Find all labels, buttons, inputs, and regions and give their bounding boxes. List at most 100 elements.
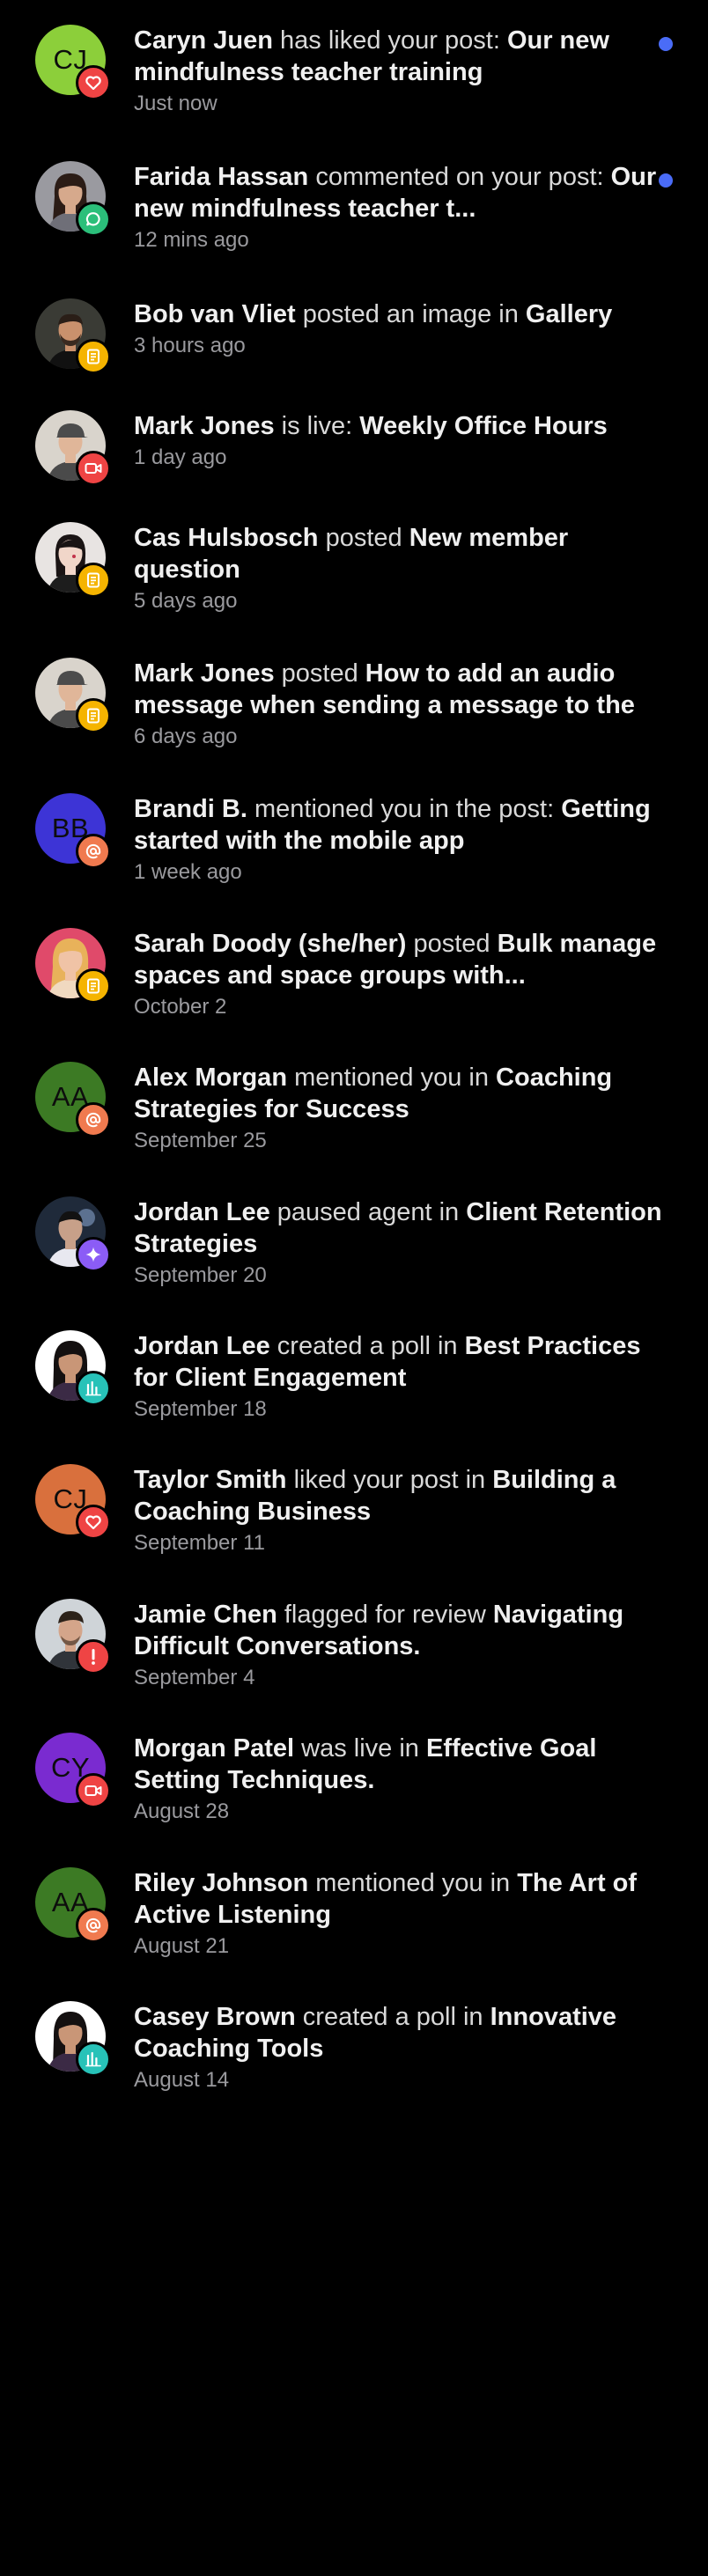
actor-name[interactable]: Farida Hassan [134, 163, 308, 191]
notification-message: Jordan Lee created a poll in Best Practi… [134, 1330, 671, 1394]
actor-name[interactable]: Riley Johnson [134, 1869, 308, 1897]
target-title[interactable]: Weekly Office Hours [359, 412, 608, 440]
notification-content: Bob van Vliet posted an image in Gallery… [134, 298, 671, 360]
notification-content: Casey Brown created a poll in Innovative… [134, 2001, 671, 2094]
actor-name[interactable]: Jamie Chen [134, 1601, 277, 1629]
post-icon [76, 698, 111, 733]
notification-message: Caryn Juen has liked your post: Our new … [134, 25, 671, 88]
notification-item[interactable]: Jordan Lee created a poll in Best Practi… [0, 1330, 708, 1454]
action-text: created a poll in [277, 1332, 458, 1360]
notification-message: Casey Brown created a poll in Innovative… [134, 2001, 671, 2064]
notification-item[interactable]: AA Riley Johnson mentioned you in The Art… [0, 1867, 708, 1991]
notification-message: Jordan Lee paused agent in Client Retent… [134, 1196, 671, 1260]
notification-item[interactable]: Casey Brown created a poll in Innovative… [0, 2001, 708, 2124]
notification-item[interactable]: Cas Hulsbosch posted New member question… [0, 522, 708, 645]
actor-name[interactable]: Mark Jones [134, 412, 275, 440]
action-text: mentioned you in the post: [254, 795, 555, 823]
action-text: posted [413, 930, 490, 958]
notification-item[interactable]: Mark Jones posted How to add an audio me… [0, 658, 708, 781]
action-text: mentioned you in [294, 1064, 489, 1092]
actor-name[interactable]: Taylor Smith [134, 1466, 287, 1494]
timestamp: August 21 [134, 1934, 230, 1958]
timestamp: September 18 [134, 1397, 267, 1421]
post-icon [76, 563, 111, 598]
poll-icon [76, 2042, 111, 2077]
notification-item[interactable]: Mark Jones is live: Weekly Office Hours 1… [0, 410, 708, 534]
sparkle-icon [76, 1237, 111, 1272]
notification-content: Caryn Juen has liked your post: Our new … [134, 25, 671, 118]
post-icon [76, 339, 111, 374]
poll-icon [76, 1371, 111, 1406]
notification-item[interactable]: Sarah Doody (she/her) posted Bulk manage… [0, 928, 708, 1051]
actor-name[interactable]: Caryn Juen [134, 26, 273, 55]
notification-content: Brandi B. mentioned you in the post: Get… [134, 793, 671, 887]
notification-item[interactable]: BB Brandi B. mentioned you in the post: G… [0, 793, 708, 916]
action-text: flagged for review [284, 1601, 486, 1629]
unread-indicator [659, 173, 673, 188]
heart-icon [76, 65, 111, 100]
notification-content: Jamie Chen flagged for review Navigating… [134, 1599, 671, 1692]
notification-item[interactable]: CJ Caryn Juen has liked your post: Our ne… [0, 25, 708, 148]
alert-icon [76, 1639, 111, 1674]
notification-content: Sarah Doody (she/her) posted Bulk manage… [134, 928, 671, 1021]
actor-name[interactable]: Mark Jones [134, 659, 275, 688]
actor-name[interactable]: Jordan Lee [134, 1198, 270, 1226]
notification-item[interactable]: Bob van Vliet posted an image in Gallery… [0, 298, 708, 422]
timestamp: August 28 [134, 1800, 230, 1823]
actor-name[interactable]: Alex Morgan [134, 1064, 287, 1092]
notification-message: Riley Johnson mentioned you in The Art o… [134, 1867, 671, 1931]
notification-item[interactable]: Farida Hassan commented on your post: Ou… [0, 161, 708, 284]
avatar-container: CY [35, 1733, 111, 1808]
notification-item[interactable]: CY Morgan Patel was live in Effective Goa… [0, 1733, 708, 1856]
actor-name[interactable]: Cas Hulsbosch [134, 524, 319, 552]
action-text: is live: [281, 412, 353, 440]
notification-content: Mark Jones is live: Weekly Office Hours 1… [134, 410, 671, 472]
notification-message: Morgan Patel was live in Effective Goal … [134, 1733, 671, 1796]
action-text: created a poll in [302, 2003, 483, 2031]
timestamp: September 11 [134, 1531, 265, 1555]
notification-message: Taylor Smith liked your post in Building… [134, 1464, 671, 1527]
action-text: commented on your post: [315, 163, 604, 191]
action-text: posted an image in [302, 300, 519, 328]
notification-item[interactable]: Jordan Lee paused agent in Client Retent… [0, 1196, 708, 1320]
notification-message: Jamie Chen flagged for review Navigating… [134, 1599, 671, 1662]
timestamp: September 25 [134, 1129, 267, 1152]
notification-content: Jordan Lee paused agent in Client Retent… [134, 1196, 671, 1290]
actor-name[interactable]: Brandi B. [134, 795, 247, 823]
notification-item[interactable]: AA Alex Morgan mentioned you in Coaching … [0, 1062, 708, 1185]
video-icon [76, 451, 111, 486]
post-icon [76, 968, 111, 1004]
action-text: was live in [301, 1734, 419, 1763]
notification-message: Farida Hassan commented on your post: Ou… [134, 161, 671, 224]
notification-content: Farida Hassan commented on your post: Ou… [134, 161, 671, 254]
notification-message: Mark Jones is live: Weekly Office Hours [134, 410, 671, 442]
actor-name[interactable]: Jordan Lee [134, 1332, 270, 1360]
unread-indicator [659, 37, 673, 51]
avatar-container [35, 161, 111, 237]
avatar-container [35, 522, 111, 598]
action-text: liked your post in [293, 1466, 486, 1494]
timestamp: 1 week ago [134, 860, 242, 884]
comment-icon [76, 202, 111, 237]
avatar-container: AA [35, 1867, 111, 1943]
action-text: mentioned you in [315, 1869, 511, 1897]
notification-message: Mark Jones posted How to add an audio me… [134, 658, 671, 721]
heart-icon [76, 1505, 111, 1540]
actor-name[interactable]: Casey Brown [134, 2003, 296, 2031]
notification-content: Cas Hulsbosch posted New member question… [134, 522, 671, 615]
notification-item[interactable]: Jamie Chen flagged for review Navigating… [0, 1599, 708, 1722]
avatar-container [35, 1599, 111, 1674]
avatar-container [35, 2001, 111, 2077]
avatar-container: CJ [35, 1464, 111, 1540]
notification-item[interactable]: CJ Taylor Smith liked your post in Buildi… [0, 1464, 708, 1587]
action-text: has liked your post: [280, 26, 500, 55]
timestamp: September 4 [134, 1666, 255, 1689]
notification-content: Jordan Lee created a poll in Best Practi… [134, 1330, 671, 1424]
actor-name[interactable]: Morgan Patel [134, 1734, 294, 1763]
avatar-container: CJ [35, 25, 111, 100]
timestamp: Just now [134, 92, 218, 115]
notification-content: Morgan Patel was live in Effective Goal … [134, 1733, 671, 1826]
actor-name[interactable]: Sarah Doody (she/her) [134, 930, 406, 958]
actor-name[interactable]: Bob van Vliet [134, 300, 296, 328]
target-title[interactable]: Gallery [526, 300, 612, 328]
